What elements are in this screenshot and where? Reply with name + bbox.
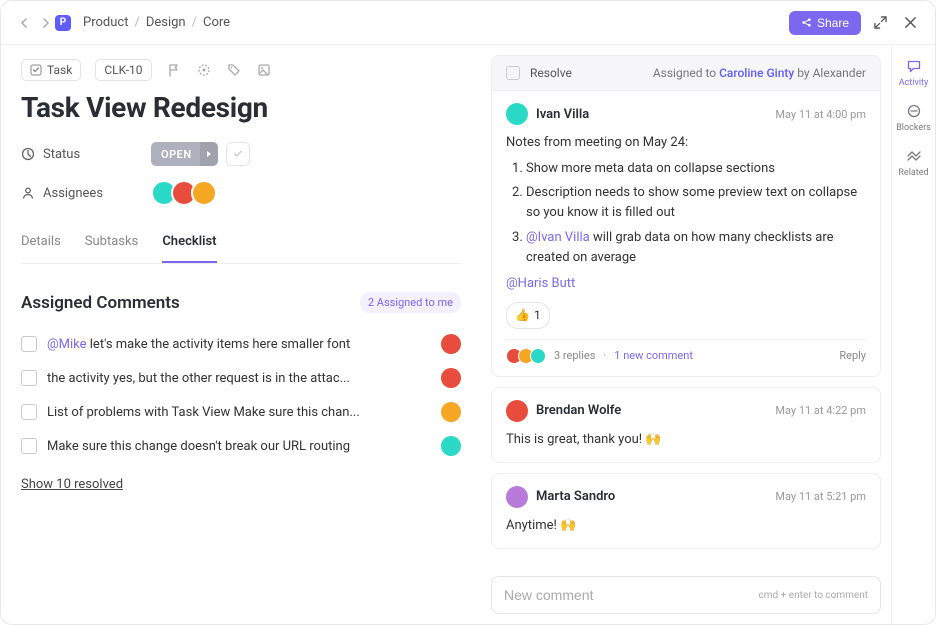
assigned-comments-list: @Mike let's make the activity items here… (21, 327, 461, 463)
comment-composer[interactable]: cmd + enter to comment (491, 576, 881, 614)
assigned-to-me-badge[interactable]: 2 Assigned to me (360, 292, 461, 313)
rail-blockers[interactable]: Blockers (892, 102, 935, 133)
status-badge[interactable]: OPEN (151, 142, 218, 166)
flag-icon[interactable] (166, 62, 182, 78)
comment-time: May 11 at 4:00 pm (775, 108, 866, 121)
sprint-icon[interactable] (196, 62, 212, 78)
assignees-label: Assignees (21, 186, 151, 201)
blocked-icon (905, 102, 923, 120)
comment-body: This is great, thank you! 🙌 (506, 430, 866, 450)
link-icon (905, 147, 923, 165)
breadcrumb-item[interactable]: Product (83, 15, 128, 30)
breadcrumb-item[interactable]: Design (146, 15, 186, 30)
nav-forward-icon[interactable] (35, 13, 55, 33)
avatar[interactable] (191, 180, 217, 206)
comment-card: Ivan Villa May 11 at 4:00 pm Notes from … (491, 91, 881, 377)
comment-text: @Mike let's make the activity items here… (47, 337, 431, 352)
comment-checkbox[interactable] (21, 370, 37, 386)
status-label: Status (21, 147, 151, 162)
resolve-checkbox[interactable] (506, 66, 520, 80)
comment-author[interactable]: Ivan Villa (536, 107, 589, 122)
avatar[interactable] (506, 400, 528, 422)
tag-icon[interactable] (226, 62, 242, 78)
task-id-chip[interactable]: CLK-10 (95, 59, 151, 81)
task-meta-row: Task CLK-10 (21, 59, 461, 81)
assigned-to-text: Assigned to Caroline Ginty by Alexander (653, 66, 866, 80)
avatar[interactable] (441, 334, 461, 354)
task-type-chip[interactable]: Task (21, 59, 81, 81)
assigned-comments-heading: Assigned Comments (21, 293, 180, 313)
collapse-icon[interactable] (869, 12, 891, 34)
avatar[interactable] (506, 103, 528, 125)
rail-related[interactable]: Related (892, 147, 935, 178)
avatar[interactable] (441, 436, 461, 456)
mention[interactable]: @Ivan Villa (526, 230, 590, 245)
mention[interactable]: @Mike (47, 337, 87, 352)
mention[interactable]: @Haris Butt (506, 276, 575, 291)
comment-checkbox[interactable] (21, 336, 37, 352)
resolve-bar: Resolve Assigned to Caroline Ginty by Al… (491, 55, 881, 91)
avatar[interactable] (530, 348, 546, 364)
comment-time: May 11 at 5:21 pm (775, 490, 866, 503)
page-title[interactable]: Task View Redesign (21, 91, 461, 124)
new-comment-label[interactable]: 1 new comment (614, 349, 693, 362)
breadcrumb-item[interactable]: Core (203, 15, 230, 30)
task-detail-panel: Task CLK-10 Task View Redesign Status OP… (1, 45, 481, 624)
composer-hint: cmd + enter to comment (759, 590, 868, 601)
comment-author[interactable]: Marta Sandro (536, 489, 615, 504)
tab-subtasks[interactable]: Subtasks (85, 224, 139, 263)
show-resolved-link[interactable]: Show 10 resolved (21, 477, 123, 492)
comment-text: List of problems with Task View Make sur… (47, 405, 431, 420)
comment-text: the activity yes, but the other request … (47, 371, 431, 386)
replies-count[interactable]: 3 replies (554, 349, 595, 362)
assigned-comment-row[interactable]: @Mike let's make the activity items here… (21, 327, 461, 361)
comment-card: Brendan Wolfe May 11 at 4:22 pm This is gr… (491, 387, 881, 463)
share-button[interactable]: Share (789, 11, 861, 35)
person-icon (21, 186, 35, 200)
avatar[interactable] (506, 486, 528, 508)
side-rail: Activity Blockers Related (891, 45, 935, 624)
assigned-comment-row[interactable]: Make sure this change doesn't break our … (21, 429, 461, 463)
avatar[interactable] (441, 368, 461, 388)
reaction-chip[interactable]: 👍1 (506, 302, 550, 329)
comment-time: May 11 at 4:22 pm (775, 404, 866, 417)
nav-back-icon[interactable] (15, 13, 35, 33)
comment-input[interactable] (504, 587, 759, 603)
status-advance-icon[interactable] (200, 142, 218, 166)
space-icon[interactable]: P (55, 15, 71, 31)
activity-panel: Resolve Assigned to Caroline Ginty by Al… (481, 45, 891, 624)
assignee-avatars[interactable] (151, 180, 217, 206)
comment-checkbox[interactable] (21, 404, 37, 420)
comment-checkbox[interactable] (21, 438, 37, 454)
tab-checklist[interactable]: Checklist (162, 224, 216, 263)
comment-card: Marta Sandro May 11 at 5:21 pm Anytime! 🙌 (491, 473, 881, 549)
comment-text: Make sure this change doesn't break our … (47, 439, 431, 454)
close-icon[interactable] (899, 12, 921, 34)
thread-footer: 3 replies · 1 new comment Reply (506, 339, 866, 364)
assigned-comment-row[interactable]: the activity yes, but the other request … (21, 361, 461, 395)
resolve-label[interactable]: Resolve (530, 66, 572, 80)
complete-checkbox[interactable] (226, 142, 250, 166)
comment-author[interactable]: Brendan Wolfe (536, 403, 621, 418)
comment-body: Anytime! 🙌 (506, 516, 866, 536)
chat-icon (905, 57, 923, 75)
status-icon (21, 147, 35, 161)
tab-details[interactable]: Details (21, 224, 61, 263)
avatar[interactable] (441, 402, 461, 422)
rail-activity[interactable]: Activity (892, 57, 935, 88)
breadcrumb: Product / Design / Core (83, 15, 230, 30)
assigned-comment-row[interactable]: List of problems with Task View Make sur… (21, 395, 461, 429)
reply-button[interactable]: Reply (839, 349, 866, 362)
comment-body: Notes from meeting on May 24: Show more … (506, 133, 866, 329)
image-icon[interactable] (256, 62, 272, 78)
topbar: P Product / Design / Core Share (1, 1, 935, 45)
tabs: Details Subtasks Checklist (21, 224, 461, 264)
